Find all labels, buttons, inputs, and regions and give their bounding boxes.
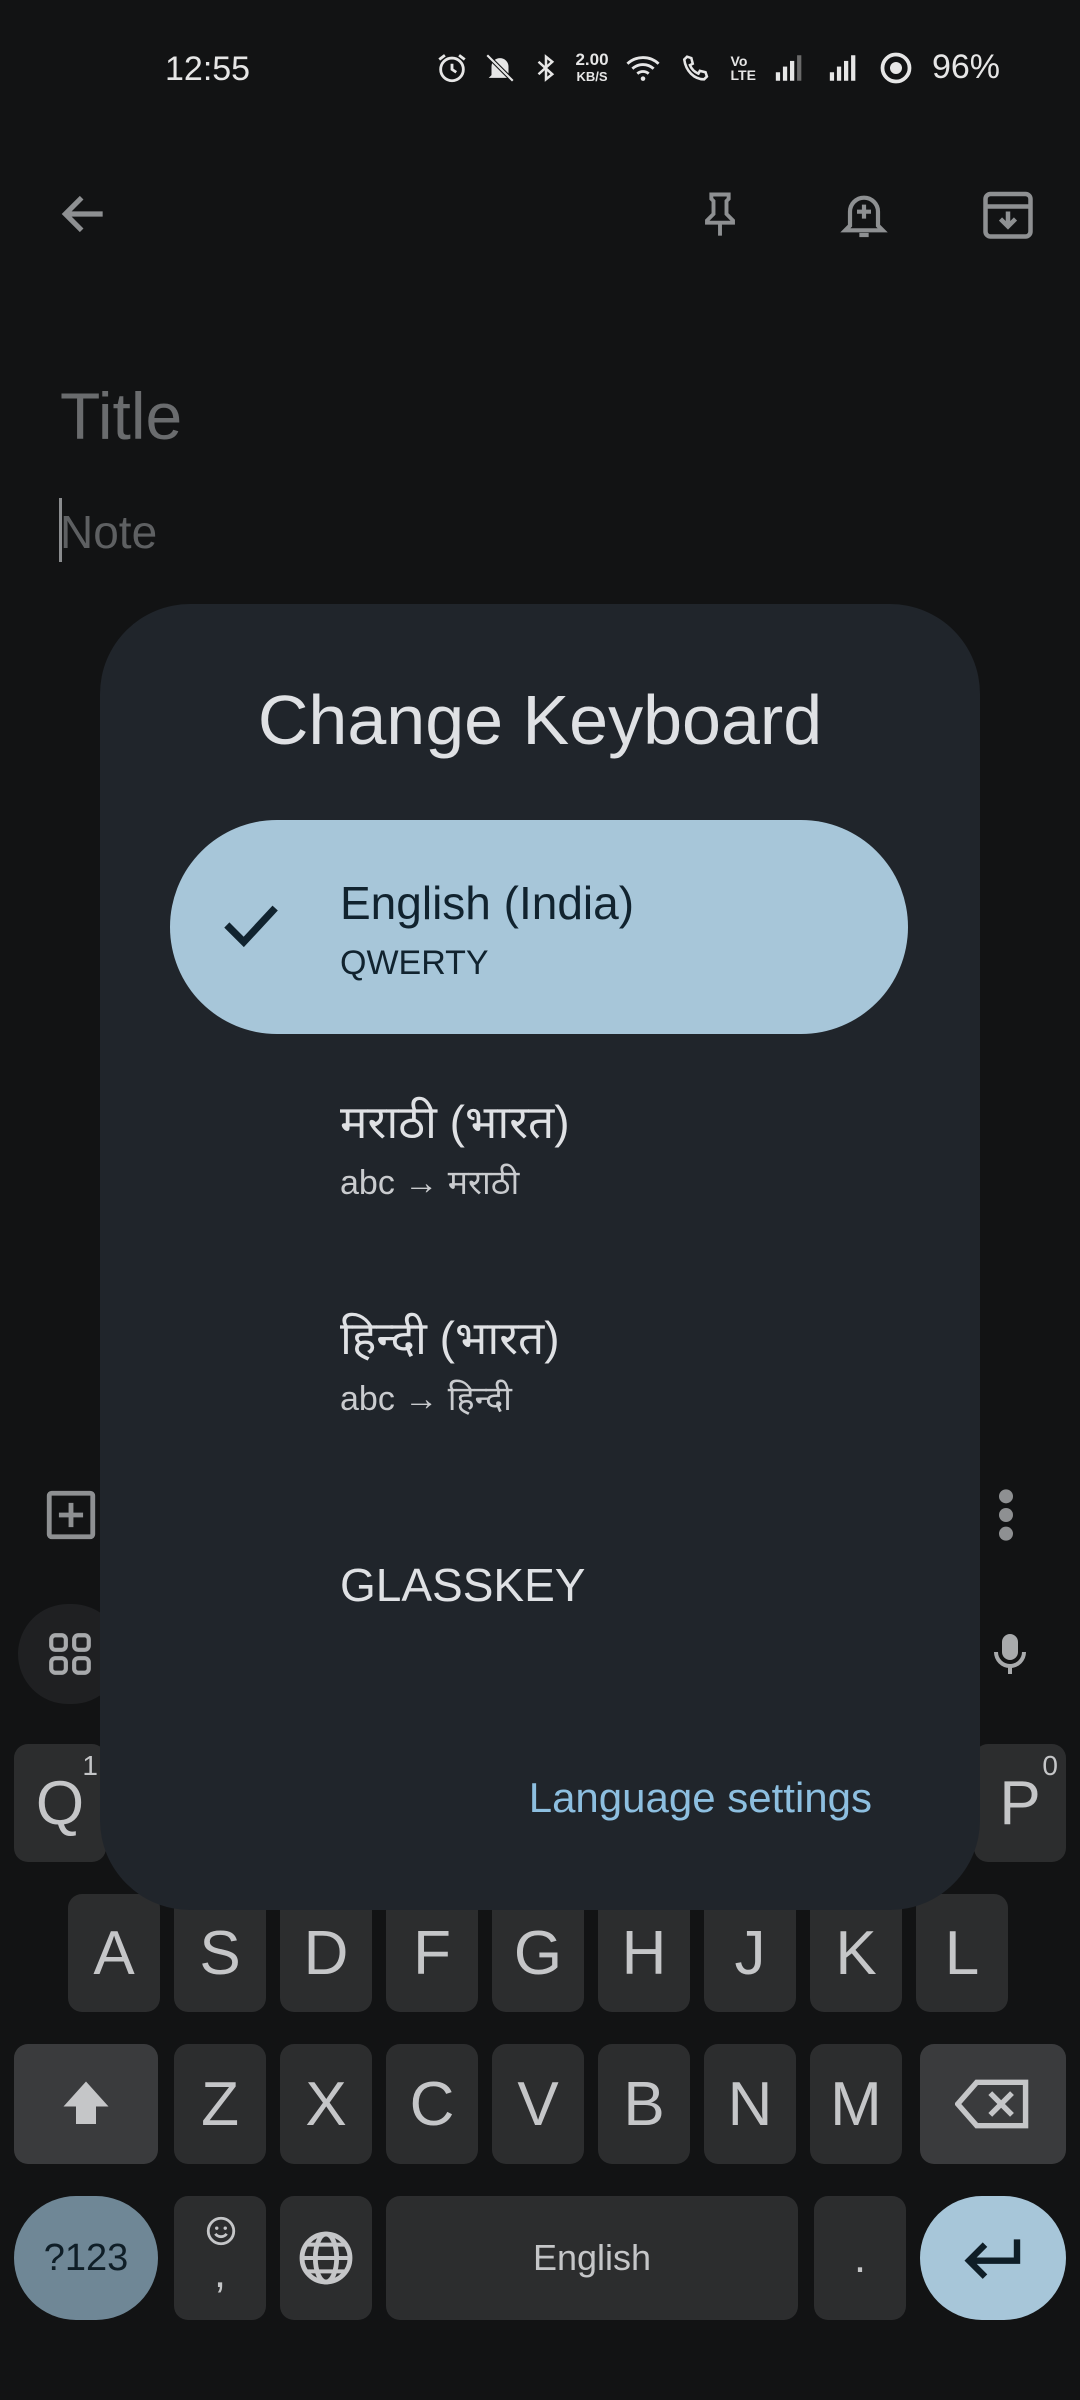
globe-icon — [299, 2231, 353, 2285]
archive-icon — [983, 191, 1033, 239]
bluetooth-icon — [531, 51, 561, 85]
emoji-icon — [206, 2216, 236, 2246]
option-sublabel: QWERTY — [340, 944, 489, 982]
reminder-button[interactable] — [824, 174, 904, 254]
back-button[interactable] — [44, 174, 124, 254]
note-body-field[interactable]: Note — [60, 505, 157, 559]
language-switch-key[interactable] — [280, 2196, 372, 2320]
pin-icon — [705, 192, 735, 236]
add-box-icon — [46, 1490, 96, 1540]
keyboard-option-english-india[interactable]: English (India) QWERTY — [170, 820, 908, 1034]
shift-icon — [63, 2081, 109, 2124]
keyboard-option-marathi[interactable]: मराठी (भारत) abc → मराठी — [170, 1034, 908, 1248]
check-icon — [224, 905, 278, 948]
key-m[interactable]: M — [810, 2044, 902, 2164]
back-arrow-icon — [61, 195, 103, 233]
add-box-button[interactable] — [40, 1484, 102, 1546]
space-bar[interactable]: English — [386, 2196, 798, 2320]
battery-percentage: 96% — [931, 48, 1000, 86]
archive-button[interactable] — [968, 174, 1048, 254]
keyboard-option-hindi[interactable]: हिन्दी (भारत) abc → हिन्दी — [170, 1250, 908, 1464]
key-c[interactable]: C — [386, 2044, 478, 2164]
enter-icon — [964, 2239, 1021, 2279]
key-z[interactable]: Z — [174, 2044, 266, 2164]
key-q[interactable]: Q 1 — [14, 1744, 106, 1862]
data-saver-icon — [878, 50, 914, 86]
key-j[interactable]: J — [704, 1894, 796, 2012]
status-icons: 2.00 KB/S Vo LTE 96% — [435, 48, 1000, 87]
key-h[interactable]: H — [598, 1894, 690, 2012]
key-d[interactable]: D — [280, 1894, 372, 2012]
signal-icon-2 — [824, 51, 864, 85]
key-x[interactable]: X — [280, 2044, 372, 2164]
pin-button[interactable] — [680, 174, 760, 254]
option-label: हिन्दी (भारत) — [340, 1312, 560, 1364]
key-v[interactable]: V — [492, 2044, 584, 2164]
more-vert-icon — [999, 1489, 1013, 1541]
voice-input-button[interactable] — [970, 1614, 1050, 1694]
apps-grid-icon — [49, 1633, 91, 1675]
backspace-key[interactable] — [920, 2044, 1066, 2164]
key-n[interactable]: N — [704, 2044, 796, 2164]
change-keyboard-dialog: Change Keyboard English (India) QWERTY म… — [100, 604, 980, 1910]
wifi-call-icon — [677, 51, 717, 85]
period-key[interactable]: . — [814, 2196, 906, 2320]
key-l[interactable]: L — [916, 1894, 1008, 2012]
symbols-key[interactable]: ?123 — [14, 2196, 158, 2320]
backspace-icon — [955, 2079, 1029, 2129]
keyboard-option-glasskey[interactable]: GLASSKEY — [170, 1464, 908, 1678]
key-g[interactable]: G — [492, 1894, 584, 2012]
key-b[interactable]: B — [598, 2044, 690, 2164]
shift-key[interactable] — [14, 2044, 158, 2164]
status-time: 12:55 — [165, 50, 251, 88]
option-sublabel: abc → मराठी — [340, 1164, 520, 1202]
option-label: GLASSKEY — [340, 1559, 586, 1611]
alarm-icon — [435, 51, 469, 85]
key-s[interactable]: S — [174, 1894, 266, 2012]
volte-icon: Vo LTE — [730, 52, 756, 83]
key-p[interactable]: P 0 — [974, 1744, 1066, 1862]
signal-icon-1 — [770, 51, 810, 85]
emoji-comma-key[interactable]: , — [174, 2196, 266, 2320]
microphone-icon — [994, 1634, 1026, 1674]
dialog-title: Change Keyboard — [257, 681, 823, 759]
mute-bell-icon — [483, 51, 517, 85]
add-alert-icon — [840, 195, 888, 238]
network-speed: 2.00 KB/S — [575, 49, 609, 84]
enter-key[interactable] — [920, 2196, 1066, 2320]
wifi-icon — [623, 51, 663, 85]
option-label: मराठी (भारत) — [340, 1096, 570, 1148]
option-sublabel: abc → हिन्दी — [340, 1380, 512, 1418]
key-f[interactable]: F — [386, 1894, 478, 2012]
option-label: English (India) — [340, 877, 635, 929]
more-options-button[interactable] — [986, 1484, 1026, 1546]
note-title-field[interactable]: Title — [60, 378, 182, 454]
language-settings-button[interactable]: Language settings — [529, 1774, 872, 1822]
key-a[interactable]: A — [68, 1894, 160, 2012]
status-bar: 12:55 2.00 KB/S Vo LTE 96% — [0, 0, 1080, 140]
key-k[interactable]: K — [810, 1894, 902, 2012]
